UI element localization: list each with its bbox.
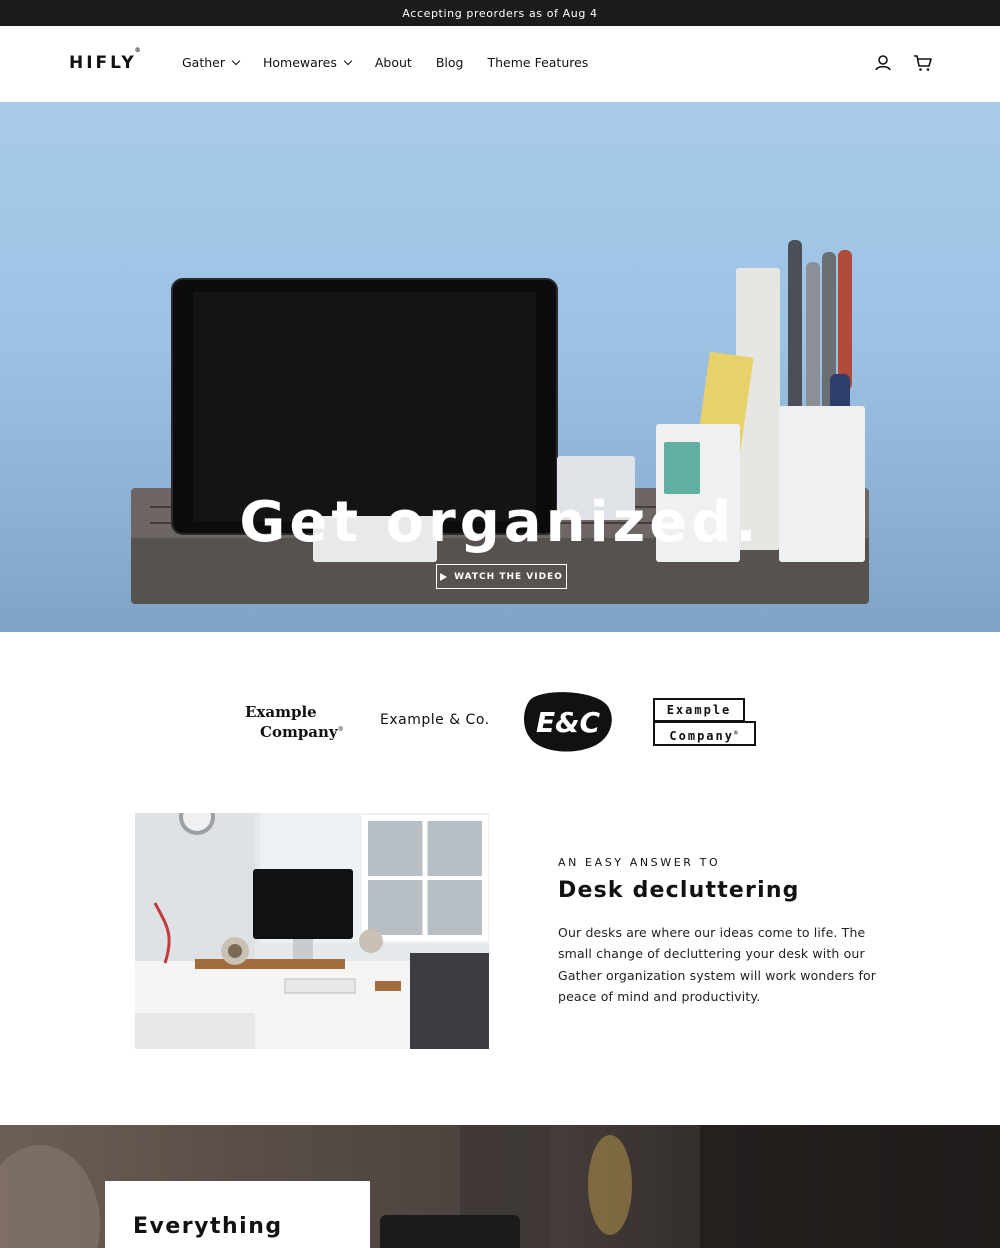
pen xyxy=(788,240,802,430)
announcement-bar: Accepting preorders as of Aug 4 xyxy=(0,0,1000,26)
logo4-line1: Example xyxy=(653,698,745,722)
logo-mark: ® xyxy=(134,47,144,55)
washi-tape xyxy=(664,442,700,494)
pen xyxy=(838,250,852,390)
bottom-card-title: Everything xyxy=(133,1214,283,1239)
cart-icon[interactable] xyxy=(913,53,933,73)
brand-logo-example-and-co: Example & Co. xyxy=(380,712,490,728)
nav-item-about[interactable]: About xyxy=(375,55,412,70)
nav-item-theme-features[interactable]: Theme Features xyxy=(487,55,588,70)
bottom-feature-section: Everything xyxy=(0,1125,1000,1248)
nav-item-gather[interactable]: Gather xyxy=(182,55,241,70)
main-nav: Gather Homewares About Blog Theme Featur… xyxy=(182,55,612,70)
feature-eyebrow: AN EASY ANSWER TO xyxy=(558,856,721,869)
logo4-line2-box: Company® xyxy=(653,721,756,746)
watch-video-label: WATCH THE VIDEO xyxy=(454,571,563,582)
nav-item-label: About xyxy=(374,55,412,70)
site-header: HIFLY® Gather Homewares About Blog Theme… xyxy=(0,26,1000,102)
logo1-line2: Company xyxy=(260,723,338,741)
logo3-text: E&C xyxy=(536,706,601,739)
logo1-line1: Example xyxy=(245,703,317,721)
feature-title: Desk decluttering xyxy=(558,878,800,903)
logo4-mark: ® xyxy=(733,730,740,737)
nav-item-label: Theme Features xyxy=(487,55,589,70)
watch-video-button[interactable]: WATCH THE VIDEO xyxy=(436,564,567,589)
play-icon xyxy=(440,572,448,581)
chevron-down-icon xyxy=(343,56,353,66)
brand-logo-example-company: Example Company® xyxy=(245,703,344,741)
nav-item-label: Gather xyxy=(182,55,225,70)
pen xyxy=(806,262,820,422)
brand-logo-ec: E&C xyxy=(522,690,614,752)
bottom-card: Everything xyxy=(105,1181,370,1248)
nav-item-homewares[interactable]: Homewares xyxy=(263,55,353,70)
site-logo[interactable]: HIFLY® xyxy=(69,47,146,73)
logo4-line2: Company xyxy=(669,729,734,743)
nav-item-label: Homewares xyxy=(263,55,337,70)
feature-body: Our desks are where our ideas come to li… xyxy=(558,925,877,1004)
hero-banner: Get organized. WATCH THE VIDEO xyxy=(0,102,1000,632)
chevron-down-icon xyxy=(231,56,241,66)
account-icon[interactable] xyxy=(873,53,893,73)
logo-list: Example Company® Example & Co. E&C Examp… xyxy=(0,680,1000,770)
announcement-text: Accepting preorders as of Aug 4 xyxy=(402,6,598,20)
logo-text: HIFLY xyxy=(69,53,137,73)
desk-photo xyxy=(135,813,489,1049)
nav-item-blog[interactable]: Blog xyxy=(436,55,464,70)
hero-title: Get organized. xyxy=(239,490,761,555)
nav-item-label: Blog xyxy=(435,55,464,70)
brand-logo-example-company-boxed: Example Company® xyxy=(653,698,756,747)
logo1-mark: ® xyxy=(337,726,344,733)
